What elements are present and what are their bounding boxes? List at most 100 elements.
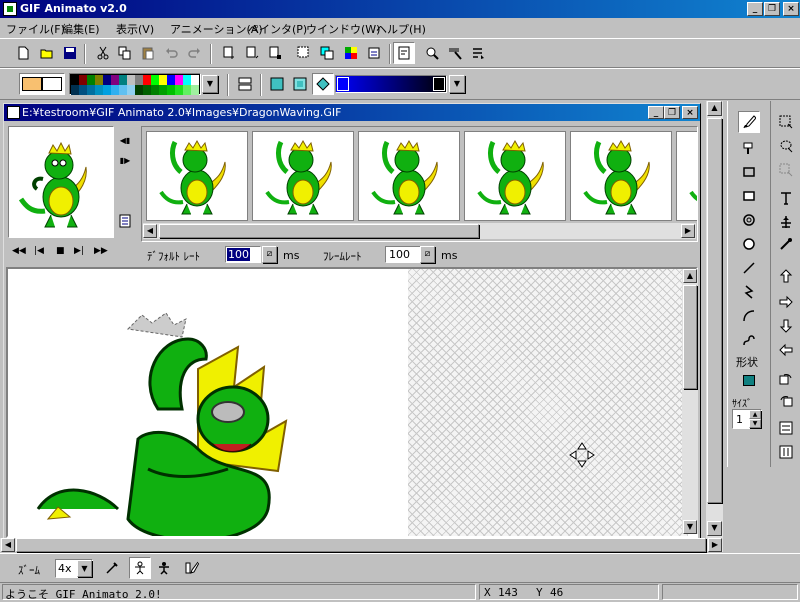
move-down-button[interactable] — [775, 315, 797, 337]
close-button[interactable]: × — [783, 2, 799, 16]
first-frame-button[interactable]: ◀◀ — [12, 246, 26, 256]
frame-thumbnail[interactable] — [252, 131, 354, 221]
palette-swatch[interactable] — [135, 75, 143, 85]
size-up-button[interactable]: ▲ — [749, 410, 761, 419]
menu-help[interactable]: ヘルプ(H) — [376, 21, 426, 37]
shape-swatch[interactable] — [743, 375, 755, 386]
menu-window[interactable]: ウインドウ(W) — [306, 21, 380, 37]
palette-swatch[interactable] — [127, 75, 135, 85]
prev-frame-button[interactable]: |◀ — [34, 246, 44, 256]
menu-painter[interactable]: ペインタ(P) — [248, 21, 307, 37]
rect-select-tool[interactable] — [775, 111, 797, 133]
flip-horizontal-button[interactable] — [775, 417, 797, 439]
rotate-left-button[interactable] — [775, 389, 797, 411]
canvas-scrollbar[interactable]: ▲ ▼ — [682, 269, 698, 534]
workspace-scroll-right[interactable]: ▶ — [708, 538, 722, 552]
redo-button[interactable] — [183, 42, 205, 64]
arc-tool[interactable] — [738, 305, 760, 327]
palette-swatch[interactable] — [127, 85, 135, 95]
palette-dropdown-button[interactable]: ▼ — [202, 75, 218, 93]
palette-swatch[interactable] — [87, 85, 95, 95]
ellipse-filled-tool[interactable] — [738, 233, 760, 255]
palette-swatch[interactable] — [111, 75, 119, 85]
frame-rate-picker[interactable]: ⧄ — [420, 246, 435, 263]
zoom-dropdown-button[interactable]: ▼ — [77, 560, 92, 577]
optimize-button[interactable] — [467, 42, 489, 64]
workspace-scroll-up[interactable]: ▲ — [707, 101, 722, 116]
palette-swatch[interactable] — [183, 85, 191, 95]
menu-view[interactable]: 表示(V) — [116, 21, 154, 37]
eyedropper-tool[interactable] — [775, 233, 797, 255]
move-up-button[interactable] — [775, 265, 797, 287]
frame-thumbnail[interactable] — [146, 131, 248, 221]
frame-thumbnail[interactable] — [358, 131, 460, 221]
rectangle-filled-tool[interactable] — [738, 185, 760, 207]
frame-list-button[interactable] — [118, 214, 132, 228]
show-all-button[interactable] — [153, 557, 175, 579]
palette-swatch[interactable] — [167, 75, 175, 85]
palette-swatch[interactable] — [191, 75, 199, 85]
palette-swatch[interactable] — [87, 75, 95, 85]
menu-file[interactable]: ファイル(F) — [6, 21, 65, 37]
palette-swatch[interactable] — [135, 85, 143, 95]
doc-minimize-button[interactable]: _ — [648, 106, 664, 119]
frame-thumbnail[interactable] — [676, 131, 697, 221]
menu-edit[interactable]: 編集(E) — [62, 21, 100, 37]
doc-close-button[interactable]: × — [682, 106, 698, 119]
strip-scroll-left[interactable]: ◀ — [143, 224, 157, 238]
palette-swatch[interactable] — [143, 85, 151, 95]
palette-swatch[interactable] — [119, 85, 127, 95]
hand-tool-button[interactable] — [444, 42, 466, 64]
frame-thumbnail[interactable] — [570, 131, 672, 221]
add-frame-button[interactable] — [218, 42, 240, 64]
frame-strip-scrollbar[interactable]: ◀ ▶ — [143, 223, 696, 239]
palette-swatch[interactable] — [143, 75, 151, 85]
magic-select-tool[interactable] — [775, 159, 797, 181]
fill-tool[interactable] — [738, 137, 760, 159]
current-frame-preview[interactable] — [8, 126, 114, 238]
onion-skin-button[interactable] — [129, 557, 151, 579]
palette-swatch[interactable] — [95, 75, 103, 85]
layout-button[interactable] — [234, 73, 256, 95]
palette-swatch[interactable] — [111, 85, 119, 95]
workspace-scroll-left[interactable]: ◀ — [1, 538, 15, 552]
canvas-scroll-down[interactable]: ▼ — [683, 520, 697, 534]
line-tool[interactable] — [738, 257, 760, 279]
ellipse-outline-tool[interactable] — [738, 209, 760, 231]
palette-swatch[interactable] — [183, 75, 191, 85]
workspace-scrollbar[interactable]: ▲ ▼ — [706, 101, 723, 538]
doc-maximize-button[interactable]: ❐ — [664, 106, 680, 119]
palette-swatch[interactable] — [71, 85, 79, 95]
brush-tool[interactable] — [738, 111, 760, 133]
curve-tool[interactable] — [738, 329, 760, 351]
color-selector[interactable] — [19, 73, 65, 95]
gradient-preview[interactable] — [335, 75, 447, 93]
default-rate-picker[interactable]: ⧄ — [262, 246, 277, 263]
default-rate-input[interactable]: 100 — [225, 246, 261, 263]
sync-right-button[interactable]: ▮▶ — [118, 154, 132, 168]
size-stepper[interactable]: 1 ▲ ▼ — [732, 409, 762, 429]
palette-swatch[interactable] — [175, 85, 183, 95]
fill-solid-button[interactable] — [266, 73, 288, 95]
rotate-right-button[interactable] — [775, 367, 797, 389]
copy-frame-button[interactable] — [316, 42, 338, 64]
zoom-select[interactable]: 4x ▼ — [55, 559, 93, 578]
stop-button[interactable]: ■ — [56, 246, 65, 256]
rectangle-outline-tool[interactable] — [738, 161, 760, 183]
palette-swatch[interactable] — [175, 75, 183, 85]
cut-button[interactable] — [92, 42, 114, 64]
next-frame-button[interactable]: ▶| — [74, 246, 84, 256]
minimize-button[interactable]: _ — [747, 2, 763, 16]
workspace-scroll-down[interactable]: ▼ — [707, 521, 722, 536]
copy-button[interactable] — [114, 42, 136, 64]
undo-button[interactable] — [161, 42, 183, 64]
flip-vertical-button[interactable] — [775, 441, 797, 463]
palette-swatch[interactable] — [159, 85, 167, 95]
move-left-button[interactable] — [775, 339, 797, 361]
preview-button[interactable] — [393, 42, 415, 64]
workspace-hscroll-thumb[interactable] — [16, 538, 706, 552]
workspace-scroll-thumb[interactable] — [707, 118, 722, 503]
save-button[interactable] — [59, 42, 81, 64]
workspace-hscrollbar[interactable]: ◀ ▶ — [0, 538, 723, 552]
lasso-select-tool[interactable] — [775, 135, 797, 157]
